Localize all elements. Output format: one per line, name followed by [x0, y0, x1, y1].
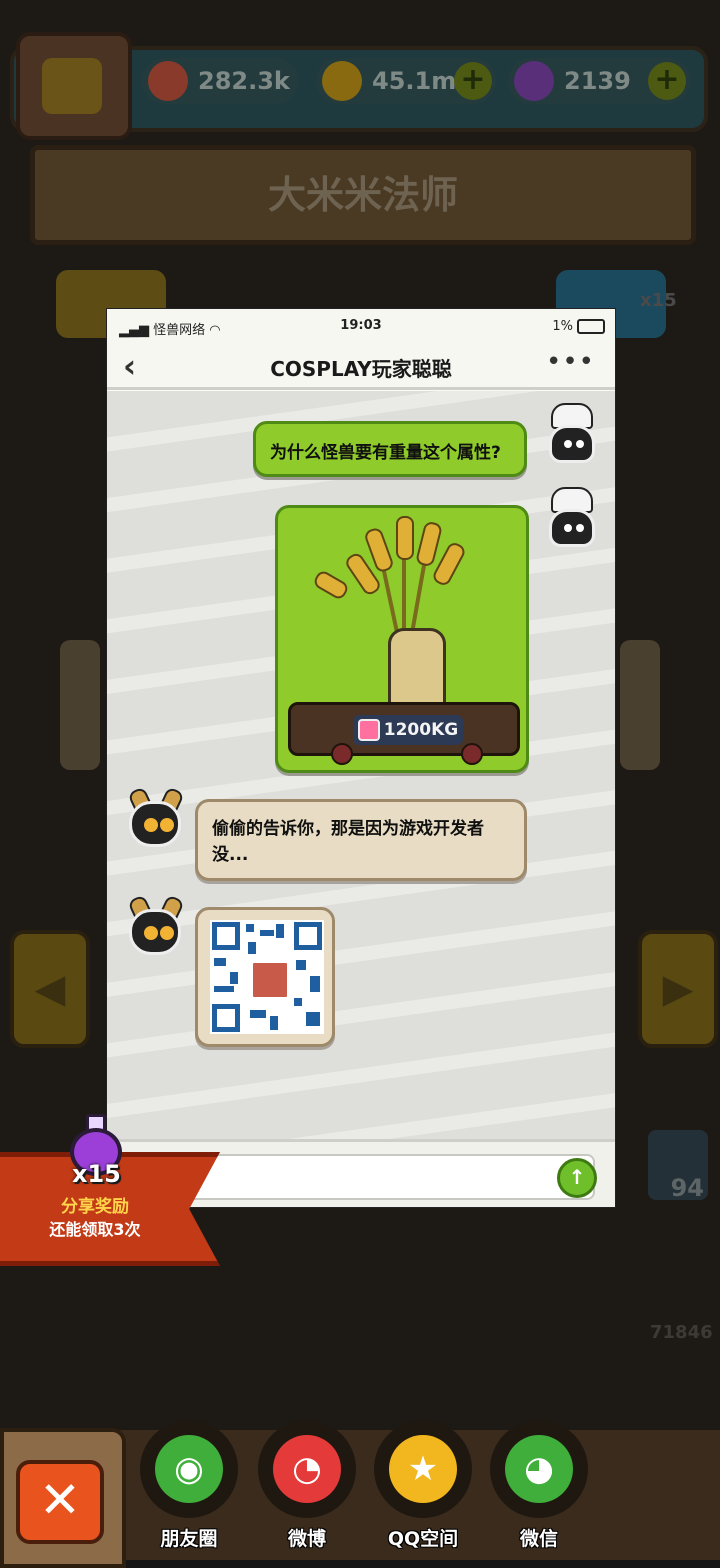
chat-area: 为什么怪兽要有重量这个属性? 1200KG 偷偷的告诉你，那是因为游戏开发者没.… [107, 391, 615, 1139]
send-arrow-icon[interactable]: ↑ [557, 1158, 597, 1198]
close-button[interactable]: ✕ [16, 1460, 104, 1544]
chat-title: COSPLAY玩家聪聪 [270, 357, 452, 381]
prev-monster-arrow: ◀ [10, 930, 90, 1048]
eyes-value: 282.3k [198, 67, 290, 95]
add-coins-button[interactable]: + [454, 62, 492, 100]
eyeball-icon [148, 61, 188, 101]
share-moments-label: 朋友圈 [160, 1528, 218, 1550]
reward-title: 分享奖励 [61, 1197, 129, 1217]
share-wechat-button[interactable]: ◕ [490, 1420, 588, 1518]
weibo-icon: ◔ [273, 1435, 341, 1503]
share-qzone-label: QQ空间 [387, 1528, 459, 1550]
battery-icon [577, 319, 605, 334]
more-icon[interactable]: ••• [546, 347, 595, 377]
share-qzone-button[interactable]: ★ [374, 1420, 472, 1518]
chat-nav-bar: ‹ COSPLAY玩家聪聪 ••• [107, 343, 615, 390]
chat-screenshot-card: ▂▄▆ 怪兽网络 ◠ 19:03 1% ‹ COSPLAY玩家聪聪 ••• 为什… [106, 308, 616, 1208]
chef-avatar [543, 403, 599, 463]
kg-weight-icon [357, 719, 380, 741]
status-time: 19:03 [340, 318, 382, 333]
add-potions-button[interactable]: + [648, 62, 686, 100]
battery-indicator: 1% [552, 319, 605, 334]
next-monster-arrow: ▶ [638, 930, 718, 1048]
message-bubble: 为什么怪兽要有重量这个属性? [253, 421, 527, 477]
reward-count: x15 [72, 1160, 121, 1188]
weight-plate: 1200KG [353, 715, 463, 745]
chef-avatar [543, 487, 599, 547]
right-scroll-ornament [620, 640, 660, 770]
message-text: 偷偷的告诉你，那是因为游戏开发者没... [212, 819, 484, 865]
monster-avatar [125, 786, 185, 849]
share-weibo-label: 微博 [287, 1528, 326, 1550]
monster-card: 94 [648, 1130, 708, 1202]
status-bar: ▂▄▆ 怪兽网络 ◠ 19:03 1% [107, 309, 615, 343]
coins-resource: 45.1m + [316, 58, 496, 104]
share-wechat-label: 微信 [519, 1528, 558, 1550]
weight-value: 1200KG [383, 720, 459, 740]
potion-badge: x15 [640, 290, 677, 311]
player-avatar [16, 32, 132, 140]
background-value: 71846 [650, 1322, 713, 1343]
qr-code-image [210, 920, 324, 1034]
weight-cart: 1200KG [288, 702, 520, 765]
reward-remaining: 还能领取3次 [49, 1220, 141, 1239]
qr-code-bubble[interactable] [195, 907, 335, 1047]
qzone-star-icon: ★ [389, 1435, 457, 1503]
wechat-icon: ◕ [505, 1435, 573, 1503]
eyes-resource: 282.3k [142, 58, 298, 104]
potion-icon [514, 61, 554, 101]
monster-image-bubble: 1200KG [275, 505, 529, 773]
monster-name-banner: 大米米法师 [30, 145, 696, 245]
camera-aperture-icon: ◉ [155, 1435, 223, 1503]
monster-avatar [125, 894, 185, 957]
qr-logo-icon [250, 960, 290, 1000]
coins-value: 45.1m [372, 67, 457, 95]
potions-resource: 2139 + [508, 58, 690, 104]
share-weibo-button[interactable]: ◔ [258, 1420, 356, 1518]
coin-icon [322, 61, 362, 101]
message-bubble: 偷偷的告诉你，那是因为游戏开发者没... [195, 799, 527, 881]
share-moments-button[interactable]: ◉ [140, 1420, 238, 1518]
message-text: 为什么怪兽要有重量这个属性? [270, 443, 501, 463]
left-scroll-ornament [60, 640, 100, 770]
potions-value: 2139 [564, 67, 631, 95]
